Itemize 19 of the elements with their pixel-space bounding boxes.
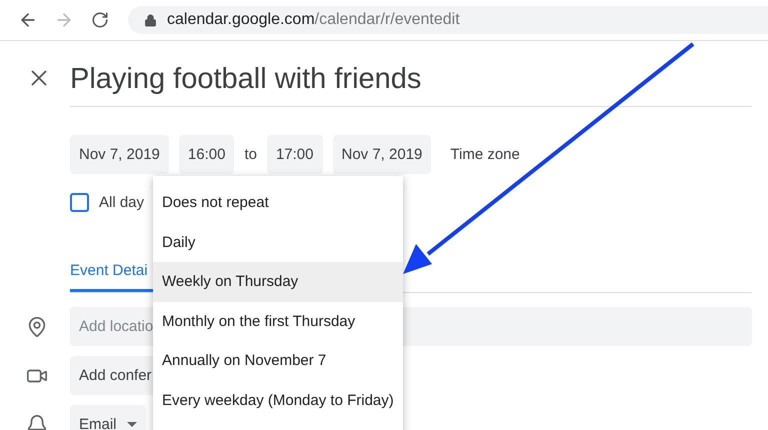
time-zone-button[interactable]: Time zone	[441, 135, 529, 174]
reload-icon	[91, 11, 109, 29]
repeat-option[interactable]: Daily	[153, 222, 403, 262]
repeat-option[interactable]: Weekly on Thursday	[153, 262, 403, 302]
start-time-field[interactable]: 16:00	[178, 135, 234, 174]
end-time-field[interactable]: 17:00	[266, 135, 322, 174]
caret-icon	[126, 422, 137, 427]
start-date-field[interactable]: Nov 7, 2019	[70, 135, 169, 174]
repeat-option[interactable]: Does not repeat	[153, 183, 403, 222]
location-pin-icon	[26, 316, 48, 338]
end-date-field[interactable]: Nov 7, 2019	[332, 135, 432, 174]
range-separator: to	[244, 146, 257, 163]
all-day-label: All day	[99, 194, 144, 210]
notification-type-dropdown[interactable]: Email	[70, 405, 146, 430]
all-day-checkbox[interactable]	[70, 192, 89, 212]
lock-icon	[144, 14, 157, 26]
address-bar[interactable]: calendar.google.com/calendar/r/eventedit	[128, 6, 768, 34]
event-title-field[interactable]: Playing football with friends	[70, 49, 752, 107]
bell-icon	[26, 414, 48, 430]
